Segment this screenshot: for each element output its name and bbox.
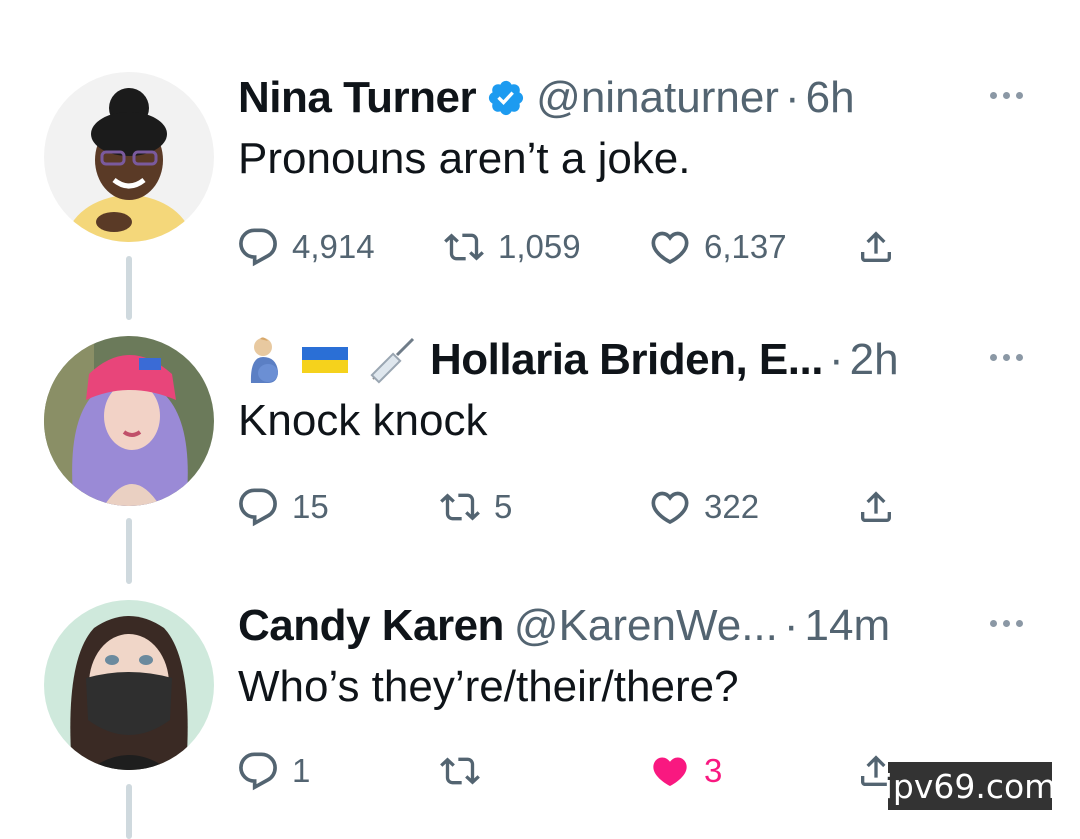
retweet-button[interactable]: 5 <box>440 482 512 532</box>
reply-button[interactable]: 1 <box>238 746 310 796</box>
timestamp[interactable]: 2h <box>850 335 899 385</box>
ukraine-flag-emoji-icon <box>302 347 348 373</box>
display-name[interactable]: Candy Karen <box>238 601 504 651</box>
tweet-header: Candy Karen @KarenWe... · 14m <box>238 600 890 652</box>
separator-dot: · <box>784 73 800 122</box>
heart-icon <box>651 231 689 265</box>
retweet-icon <box>444 233 484 261</box>
like-button[interactable]: 322 <box>650 482 759 532</box>
separator-dot: · <box>783 601 799 650</box>
reply-icon <box>239 228 277 267</box>
separator-dot: · <box>828 335 844 384</box>
timestamp[interactable]: 14m <box>805 601 891 651</box>
tweet-text: Knock knock <box>238 396 488 445</box>
heart-icon <box>651 491 689 525</box>
like-count: 3 <box>704 752 723 789</box>
display-name[interactable]: Hollaria Briden, E... <box>430 335 823 385</box>
tweet-actions: 1 3 <box>238 746 918 796</box>
tweet-header: Hollaria Briden, E... · 2h <box>238 334 899 386</box>
timestamp[interactable]: 6h <box>806 73 855 123</box>
handle[interactable]: @ninaturner <box>536 73 779 123</box>
tweet-text: Who’s they’re/their/there? <box>238 662 739 711</box>
retweet-count: 1,059 <box>498 228 581 265</box>
heart-filled-icon <box>653 757 687 786</box>
reply-count: 1 <box>292 752 311 789</box>
share-button[interactable] <box>856 222 910 272</box>
tweet[interactable]: Hollaria Briden, E... · 2h Knock knock 1… <box>0 334 1080 534</box>
avatar[interactable] <box>44 336 214 506</box>
retweet-icon <box>440 493 480 521</box>
reply-count: 4,914 <box>292 228 375 265</box>
retweet-count: 5 <box>494 488 513 525</box>
tweet-actions: 15 5 322 <box>238 482 918 532</box>
avatar[interactable] <box>44 600 214 770</box>
watermark: ipv69.com <box>884 762 1056 810</box>
more-options-icon[interactable] <box>990 342 1034 372</box>
tweet[interactable]: Nina Turner @ninaturner · 6h Pronouns ar… <box>0 72 1080 272</box>
like-button[interactable]: 6,137 <box>650 222 787 272</box>
retweet-button[interactable] <box>440 746 494 796</box>
share-icon <box>861 491 891 522</box>
verified-badge-icon <box>489 80 524 116</box>
tweet-actions: 4,914 1,059 6,137 <box>238 222 918 272</box>
more-options-icon[interactable] <box>990 608 1034 638</box>
reply-count: 15 <box>292 488 329 525</box>
reply-icon <box>239 488 277 527</box>
share-button[interactable] <box>856 482 910 532</box>
retweet-icon <box>440 757 480 785</box>
like-count: 322 <box>704 488 760 525</box>
retweet-button[interactable]: 1,059 <box>444 222 581 272</box>
handle[interactable]: @KarenWe... <box>514 601 778 651</box>
reply-button[interactable]: 15 <box>238 482 329 532</box>
reply-button[interactable]: 4,914 <box>238 222 375 272</box>
tweet-text: Pronouns aren’t a joke. <box>238 134 691 183</box>
like-count: 6,137 <box>704 228 787 265</box>
display-name[interactable]: Nina Turner <box>238 73 477 123</box>
pregnant-man-emoji-icon <box>250 337 278 383</box>
reply-icon <box>239 752 277 791</box>
syringe-emoji-icon <box>370 337 415 384</box>
avatar[interactable] <box>44 72 214 242</box>
like-button[interactable]: 3 <box>650 746 722 796</box>
share-icon <box>861 231 891 262</box>
more-options-icon[interactable] <box>990 80 1034 110</box>
tweet-header: Nina Turner @ninaturner · 6h <box>238 72 855 124</box>
